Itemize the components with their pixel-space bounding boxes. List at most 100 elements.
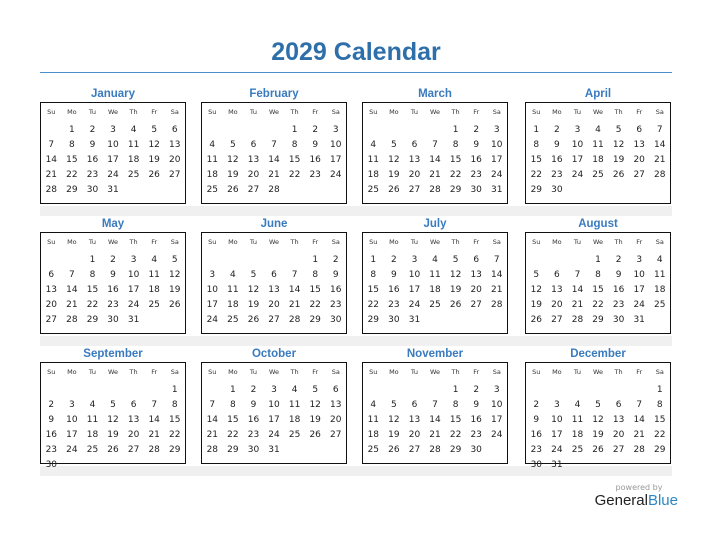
day-cell: 16 bbox=[309, 155, 321, 165]
day-cell: 28 bbox=[206, 445, 219, 455]
weekday-header-row: Su Mo Tu We Th Fr Sa bbox=[526, 106, 670, 123]
day-cell: 25 bbox=[654, 300, 666, 310]
empty-cell bbox=[567, 383, 588, 398]
empty-cell bbox=[547, 253, 568, 268]
week-row: 5 6 7 8 9 10 11 bbox=[526, 268, 670, 283]
day-cell: 4 bbox=[151, 255, 158, 265]
day-cell: 12 bbox=[530, 285, 543, 295]
day-cell: 27 bbox=[633, 170, 645, 180]
weekday-header: Tu bbox=[410, 238, 418, 246]
day-cell: 24 bbox=[551, 445, 563, 455]
day-cell: 22 bbox=[449, 430, 462, 440]
day-cell: 27 bbox=[268, 315, 280, 325]
day-cell: 24 bbox=[206, 315, 219, 325]
day-cell: 28 bbox=[66, 315, 78, 325]
day-cell: 28 bbox=[429, 185, 441, 195]
day-cell: 16 bbox=[330, 285, 342, 295]
empty-cell bbox=[144, 183, 165, 198]
week-row: 6 7 8 9 10 11 12 bbox=[41, 268, 185, 283]
day-cell: 3 bbox=[411, 255, 418, 265]
powered-by-label: powered by bbox=[615, 483, 663, 492]
day-cell: 4 bbox=[574, 400, 581, 410]
day-cell: 19 bbox=[227, 170, 239, 180]
day-cell: 17 bbox=[491, 415, 503, 425]
day-cell: 27 bbox=[551, 315, 563, 325]
day-cell: 24 bbox=[107, 170, 119, 180]
day-cell: 20 bbox=[45, 300, 58, 310]
weekday-header: Fr bbox=[473, 108, 480, 116]
day-cell: 30 bbox=[530, 460, 543, 470]
day-cell: 5 bbox=[230, 140, 236, 150]
day-cell: 8 bbox=[69, 140, 75, 150]
day-cell: 11 bbox=[206, 155, 219, 165]
day-cell: 19 bbox=[592, 430, 604, 440]
day-cell: 10 bbox=[206, 285, 219, 295]
day-cell: 29 bbox=[449, 445, 462, 455]
weekday-header-row: Su Mo Tu We Th Fr Sa bbox=[202, 366, 346, 383]
day-cell: 29 bbox=[66, 185, 78, 195]
day-cell: 1 bbox=[291, 125, 298, 135]
day-cell: 7 bbox=[432, 140, 438, 150]
day-cell: 15 bbox=[66, 155, 78, 165]
day-cell: 13 bbox=[408, 415, 421, 425]
day-cell: 1 bbox=[69, 125, 75, 135]
month-name: June bbox=[260, 218, 288, 230]
day-cell: 23 bbox=[551, 170, 563, 180]
day-cell: 25 bbox=[148, 300, 160, 310]
empty-cell bbox=[123, 383, 144, 398]
day-cell: 13 bbox=[408, 155, 421, 165]
day-cell: 30 bbox=[470, 185, 482, 195]
day-cell: 22 bbox=[227, 430, 239, 440]
day-cell: 25 bbox=[571, 445, 584, 455]
day-cell: 20 bbox=[408, 430, 421, 440]
weekday-header: Mo bbox=[67, 368, 77, 376]
day-cell: 11 bbox=[429, 270, 441, 280]
week-row: 1 2 3 4 bbox=[526, 253, 670, 268]
day-cell: 15 bbox=[288, 155, 301, 165]
day-cell: 23 bbox=[612, 300, 625, 310]
day-cell: 12 bbox=[388, 155, 400, 165]
empty-cell bbox=[305, 443, 326, 458]
day-cell: 20 bbox=[633, 155, 645, 165]
day-cell: 14 bbox=[571, 285, 584, 295]
empty-cell bbox=[284, 443, 305, 458]
month-grid: Su Mo Tu We Th Fr Sa 1 2 3 4 5 6 7 8 9 10 11 12 13 14 15 16 17 1… bbox=[362, 232, 508, 334]
day-cell: 4 bbox=[209, 140, 216, 150]
weekday-header: Th bbox=[614, 368, 623, 376]
day-cell: 11 bbox=[127, 140, 140, 150]
day-cell: 27 bbox=[408, 185, 421, 195]
day-cell: 13 bbox=[633, 140, 645, 150]
weekday-header: Mo bbox=[228, 108, 238, 116]
weekday-header: We bbox=[108, 238, 119, 246]
week-row: 1 2 3 4 5 6 bbox=[41, 123, 185, 138]
month-grid: Su Mo Tu We Th Fr Sa 1 2 3 4 5 6 7 8 9 10 11 12 13 14 15 16 17 1… bbox=[525, 102, 671, 204]
month-grid: Su Mo Tu We Th Fr Sa 1 2 3 4 5 6 7 8 9 10 11 12 13 14 15 16 17 1… bbox=[362, 362, 508, 464]
empty-cell bbox=[62, 253, 83, 268]
weekday-header: We bbox=[593, 368, 604, 376]
empty-cell bbox=[82, 383, 103, 398]
day-cell: 23 bbox=[247, 430, 260, 440]
week-row: 7 8 9 10 11 12 13 bbox=[202, 398, 346, 413]
month-grid: Su Mo Tu We Th Fr Sa 1 2 3 4 5 6 7 8 9 10 11 12 13 14 15 16 17 1… bbox=[201, 102, 347, 204]
day-cell: 25 bbox=[127, 170, 140, 180]
day-cell: 2 bbox=[312, 125, 319, 135]
weekday-header: Su bbox=[532, 368, 541, 376]
day-cell: 28 bbox=[571, 315, 584, 325]
day-cell: 19 bbox=[612, 155, 625, 165]
day-cell: 17 bbox=[551, 430, 563, 440]
day-cell: 26 bbox=[530, 315, 543, 325]
month-name: May bbox=[101, 218, 125, 230]
week-row: 12 bbox=[202, 253, 346, 268]
week-row: 1 2 3 bbox=[363, 383, 507, 398]
page-title: 2029 Calendar bbox=[271, 38, 441, 66]
weekday-header-row: Su Mo Tu We Th Fr Sa bbox=[41, 366, 185, 383]
weekday-header: Tu bbox=[249, 238, 257, 246]
empty-cell bbox=[425, 383, 446, 398]
day-cell: 3 bbox=[554, 400, 560, 410]
day-cell: 16 bbox=[247, 415, 260, 425]
day-cell: 21 bbox=[66, 300, 78, 310]
day-cell: 28 bbox=[654, 170, 666, 180]
weekday-header: Sa bbox=[170, 238, 179, 246]
day-cell: 10 bbox=[107, 140, 119, 150]
weekday-header: Mo bbox=[389, 368, 399, 376]
